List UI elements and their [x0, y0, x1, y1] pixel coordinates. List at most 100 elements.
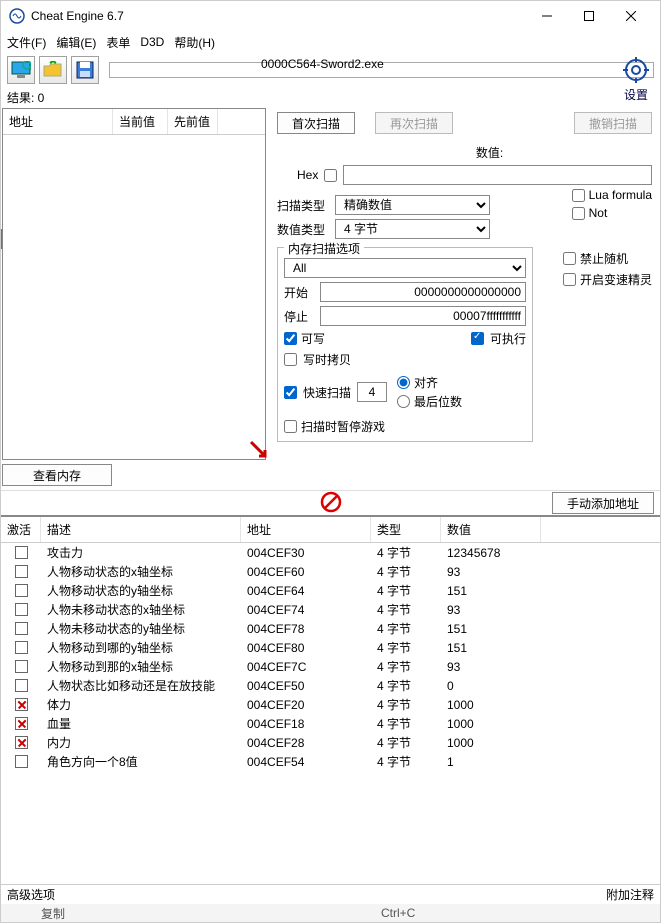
cell-addr[interactable]: 004CEF64 — [241, 583, 371, 599]
cell-type[interactable]: 4 字节 — [371, 638, 441, 657]
stop-address-input[interactable] — [320, 306, 526, 326]
speedhack-checkbox[interactable]: 开启变速精灵 — [563, 271, 652, 288]
last-digits-radio[interactable]: 最后位数 — [397, 393, 462, 410]
active-checkbox[interactable] — [15, 679, 28, 692]
close-button[interactable] — [610, 2, 652, 30]
menu-help[interactable]: 帮助(H) — [174, 34, 215, 51]
cell-value[interactable]: 1000 — [441, 697, 541, 713]
active-checkbox[interactable] — [15, 622, 28, 635]
cell-desc[interactable]: 角色方向一个8值 — [41, 752, 241, 771]
active-checkbox[interactable] — [15, 660, 28, 673]
writable-checkbox[interactable] — [284, 332, 297, 345]
table-row[interactable]: 人物未移动状态的x轴坐标004CEF744 字节93 — [1, 600, 660, 619]
cell-type[interactable]: 4 字节 — [371, 676, 441, 695]
advanced-options-link[interactable]: 高级选项 — [7, 886, 55, 903]
hex-checkbox[interactable] — [324, 169, 337, 182]
open-process-button[interactable] — [7, 56, 35, 84]
cell-addr[interactable]: 004CEF74 — [241, 602, 371, 618]
cell-type[interactable]: 4 字节 — [371, 733, 441, 752]
fast-scan-value-input[interactable] — [357, 382, 387, 402]
cell-value[interactable]: 93 — [441, 602, 541, 618]
col-value[interactable]: 数值 — [441, 517, 541, 542]
cell-desc[interactable]: 人物未移动状态的x轴坐标 — [41, 600, 241, 619]
save-button[interactable] — [71, 56, 99, 84]
cell-type[interactable]: 4 字节 — [371, 657, 441, 676]
not-checkbox[interactable]: Not — [572, 206, 652, 220]
table-row[interactable]: 内力004CEF284 字节1000 — [1, 733, 660, 752]
cell-type[interactable]: 4 字节 — [371, 562, 441, 581]
active-checkbox[interactable] — [15, 584, 28, 597]
scan-type-select[interactable]: 精确数值 — [335, 195, 490, 215]
cell-type[interactable]: 4 字节 — [371, 543, 441, 562]
cell-value[interactable]: 151 — [441, 621, 541, 637]
settings-button[interactable]: 设置 — [616, 57, 656, 103]
table-row[interactable]: 攻击力004CEF304 字节12345678 — [1, 543, 660, 562]
cell-addr[interactable]: 004CEF20 — [241, 697, 371, 713]
active-checkbox[interactable] — [15, 565, 28, 578]
table-row[interactable]: 人物移动到哪的y轴坐标004CEF804 字节151 — [1, 638, 660, 657]
cell-addr[interactable]: 004CEF80 — [241, 640, 371, 656]
cell-value[interactable]: 151 — [441, 583, 541, 599]
menu-table[interactable]: 表单 — [106, 34, 130, 51]
aligned-radio[interactable]: 对齐 — [397, 374, 462, 391]
collapse-arrow-icon[interactable] — [249, 440, 267, 461]
col-active[interactable]: 激活 — [1, 517, 41, 542]
col-previous[interactable]: 先前值 — [168, 109, 218, 134]
cell-addr[interactable]: 004CEF28 — [241, 735, 371, 751]
table-row[interactable]: 人物状态比如移动还是在放技能004CEF504 字节0 — [1, 676, 660, 695]
cell-value[interactable]: 151 — [441, 640, 541, 656]
fast-scan-checkbox[interactable] — [284, 386, 297, 399]
col-type[interactable]: 类型 — [371, 517, 441, 542]
cell-value[interactable]: 1000 — [441, 716, 541, 732]
cell-type[interactable]: 4 字节 — [371, 619, 441, 638]
start-address-input[interactable] — [320, 282, 526, 302]
cell-desc[interactable]: 血量 — [41, 714, 241, 733]
menu-edit[interactable]: 编辑(E) — [56, 34, 96, 51]
table-row[interactable]: 人物移动到那的x轴坐标004CEF7C4 字节93 — [1, 657, 660, 676]
minimize-button[interactable] — [526, 2, 568, 30]
cell-addr[interactable]: 004CEF30 — [241, 545, 371, 561]
scan-value-input[interactable] — [343, 165, 652, 185]
col-current[interactable]: 当前值 — [113, 109, 168, 134]
lua-formula-checkbox[interactable]: Lua formula — [572, 188, 652, 202]
cell-desc[interactable]: 人物移动状态的x轴坐标 — [41, 562, 241, 581]
cell-value[interactable]: 93 — [441, 659, 541, 675]
cell-type[interactable]: 4 字节 — [371, 752, 441, 771]
cell-desc[interactable]: 人物未移动状态的y轴坐标 — [41, 619, 241, 638]
col-address[interactable]: 地址 — [3, 109, 113, 134]
cell-addr[interactable]: 004CEF7C — [241, 659, 371, 675]
cell-desc[interactable]: 体力 — [41, 695, 241, 714]
cell-value[interactable]: 1 — [441, 754, 541, 770]
cell-value[interactable]: 1000 — [441, 735, 541, 751]
first-scan-button[interactable]: 首次扫描 — [277, 112, 355, 134]
cell-desc[interactable]: 内力 — [41, 733, 241, 752]
manual-add-address-button[interactable]: 手动添加地址 — [552, 492, 654, 514]
cell-type[interactable]: 4 字节 — [371, 581, 441, 600]
cell-addr[interactable]: 004CEF78 — [241, 621, 371, 637]
table-row[interactable]: 人物未移动状态的y轴坐标004CEF784 字节151 — [1, 619, 660, 638]
open-file-button[interactable] — [39, 56, 67, 84]
active-checkbox[interactable] — [15, 546, 28, 559]
active-checkbox[interactable] — [15, 641, 28, 654]
pause-while-scan-checkbox[interactable] — [284, 420, 297, 433]
memory-view-button[interactable]: 查看内存 — [2, 464, 112, 486]
cell-type[interactable]: 4 字节 — [371, 600, 441, 619]
cell-desc[interactable]: 人物状态比如移动还是在放技能 — [41, 676, 241, 695]
table-row[interactable]: 人物移动状态的x轴坐标004CEF604 字节93 — [1, 562, 660, 581]
active-checkbox[interactable] — [15, 603, 28, 616]
cell-type[interactable]: 4 字节 — [371, 695, 441, 714]
table-row[interactable]: 血量004CEF184 字节1000 — [1, 714, 660, 733]
cell-type[interactable]: 4 字节 — [371, 714, 441, 733]
cell-desc[interactable]: 攻击力 — [41, 543, 241, 562]
cell-value[interactable]: 93 — [441, 564, 541, 580]
menu-d3d[interactable]: D3D — [140, 35, 164, 49]
value-type-select[interactable]: 4 字节 — [335, 219, 490, 239]
cell-desc[interactable]: 人物移动状态的y轴坐标 — [41, 581, 241, 600]
cell-desc[interactable]: 人物移动到那的x轴坐标 — [41, 657, 241, 676]
mem-preset-select[interactable]: All — [284, 258, 526, 278]
active-checkbox[interactable] — [15, 717, 28, 730]
no-random-checkbox[interactable]: 禁止随机 — [563, 250, 652, 267]
maximize-button[interactable] — [568, 2, 610, 30]
active-checkbox[interactable] — [15, 755, 28, 768]
copy-on-write-checkbox[interactable] — [284, 353, 297, 366]
